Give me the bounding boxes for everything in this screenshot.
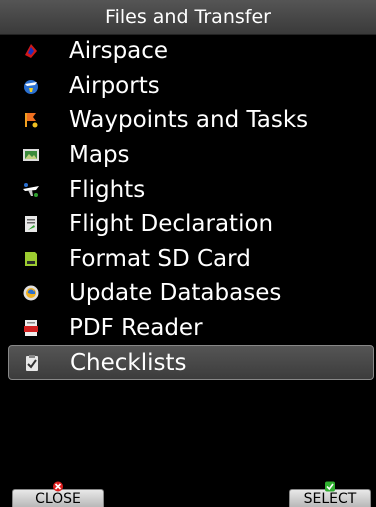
- menu-item-update-databases[interactable]: Update Databases: [0, 276, 376, 311]
- menu-item-label: Update Databases: [69, 280, 282, 307]
- menu-item-format-sd-card[interactable]: Format SD Card: [0, 242, 376, 277]
- select-button[interactable]: SELECT: [289, 481, 371, 507]
- menu-item-checklists[interactable]: Checklists: [8, 345, 374, 380]
- page-title: Files and Transfer: [105, 6, 271, 28]
- pdf-icon: [24, 320, 38, 337]
- airspace-icon: [25, 44, 37, 59]
- menu-item-label: Checklists: [70, 349, 187, 376]
- menu-item-label: Airports: [69, 72, 160, 99]
- menu-item-waypoints[interactable]: Waypoints and Tasks: [0, 103, 376, 138]
- menu-item-label: Flights: [69, 176, 146, 203]
- close-indicator-icon: [53, 481, 63, 492]
- sd-card-icon: [25, 251, 37, 266]
- select-indicator-icon: [325, 481, 335, 492]
- update-databases-icon: [23, 285, 39, 301]
- menu-item-label: Flight Declaration: [69, 211, 274, 238]
- menu-item-label: PDF Reader: [69, 315, 203, 342]
- close-button[interactable]: CLOSE: [12, 481, 104, 507]
- menu-item-label: Waypoints and Tasks: [69, 107, 309, 134]
- menu-item-airspace[interactable]: Airspace: [0, 34, 376, 69]
- waypoints-icon: [25, 113, 38, 128]
- checklist-icon: [26, 354, 38, 371]
- files-menu: Airspace Airports Waypoints and Tasks Ma…: [0, 34, 376, 380]
- flight-declaration-icon: [25, 216, 37, 233]
- flights-icon: [23, 182, 39, 197]
- menu-item-label: Format SD Card: [69, 245, 251, 272]
- menu-item-label: Airspace: [69, 38, 169, 65]
- menu-item-label: Maps: [69, 142, 130, 169]
- menu-item-flights[interactable]: Flights: [0, 172, 376, 207]
- close-label: CLOSE: [35, 490, 81, 507]
- maps-icon: [23, 149, 39, 162]
- airports-icon: [24, 79, 38, 94]
- title-bar: Files and Transfer: [0, 0, 376, 35]
- menu-item-airports[interactable]: Airports: [0, 69, 376, 104]
- menu-item-maps[interactable]: Maps: [0, 138, 376, 173]
- menu-item-flight-declaration[interactable]: Flight Declaration: [0, 207, 376, 242]
- select-label: SELECT: [303, 490, 357, 507]
- menu-item-pdf-reader[interactable]: PDF Reader: [0, 311, 376, 346]
